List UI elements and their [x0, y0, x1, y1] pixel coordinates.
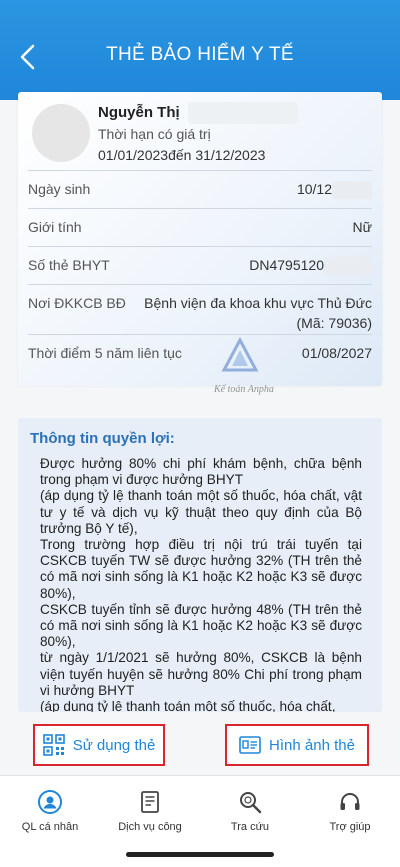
five-years-label: Thời điểm 5 năm liên tục: [28, 345, 182, 361]
svg-text:Kế toán Anpha: Kế toán Anpha: [213, 384, 274, 395]
app-header: THẺ BẢO HIỂM Y TẾ: [0, 0, 400, 100]
nav-label-personal: QL cá nhân: [21, 821, 79, 833]
nav-label-lookup: Tra cứu: [230, 821, 270, 833]
benefits-title: Thông tin quyền lợi:: [30, 430, 175, 447]
birthdate-label: Ngày sinh: [28, 181, 91, 197]
qr-code-icon: [42, 734, 65, 756]
holder-name: Nguyễn Thị: [98, 104, 180, 121]
nav-item-personal[interactable]: QL cá nhân: [0, 776, 100, 846]
row-card-number: Số thẻ BHYT DN4795120: [28, 246, 372, 285]
gender-value: Nữ: [352, 219, 372, 235]
row-birthdate: Ngày sinh 10/12: [28, 170, 372, 209]
card-image-label: Hình ảnh thẻ: [269, 736, 355, 754]
facility-value: Bệnh viện đa khoa khu vực Thủ Đức (Mã: 7…: [144, 295, 372, 331]
personal-icon: [38, 790, 62, 814]
watermark-logo: Kế toán Anpha: [200, 336, 286, 406]
facility-label: Nơi ĐKKCB BĐ: [28, 295, 126, 311]
benefits-panel: Thông tin quyền lợi: Được hưởng 80% chi …: [18, 418, 382, 712]
five-years-value: 01/08/2027: [301, 345, 372, 361]
nav-item-help[interactable]: Trợ giúp: [300, 776, 400, 846]
search-icon: [240, 792, 262, 814]
gender-label: Giới tính: [28, 219, 82, 235]
nav-item-public-services[interactable]: Dịch vụ công: [100, 776, 200, 846]
use-card-label: Sử dụng thẻ: [72, 736, 156, 754]
validity-label: Thời hạn có giá trị: [98, 126, 211, 142]
home-indicator: [126, 852, 274, 857]
benefits-text: Được hưởng 80% chi phí khám bệnh, chữa b…: [40, 456, 362, 712]
nav-item-lookup[interactable]: Tra cứu: [200, 776, 300, 846]
id-card-icon: [239, 736, 261, 754]
nav-label-help: Trợ giúp: [329, 821, 371, 833]
row-registered-facility: Nơi ĐKKCB BĐ Bệnh viện đa khoa khu vực T…: [28, 284, 372, 335]
card-number-label: Số thẻ BHYT: [28, 257, 110, 273]
headset-icon: [340, 793, 360, 810]
redacted-name: [188, 102, 298, 124]
document-icon: [141, 791, 159, 813]
avatar: [32, 104, 90, 162]
row-gender: Giới tính Nữ: [28, 208, 372, 247]
card-image-button[interactable]: Hình ảnh thẻ: [225, 724, 369, 766]
validity-range: 01/01/2023đến 31/12/2023: [98, 147, 266, 163]
nav-label-public-services: Dịch vụ công: [118, 821, 182, 833]
card-number-value: DN4795120: [249, 257, 372, 276]
use-card-button[interactable]: Sử dụng thẻ: [33, 724, 165, 766]
page-title: THẺ BẢO HIỂM Y TẾ: [106, 44, 294, 65]
birthdate-value: 10/12: [297, 181, 372, 200]
